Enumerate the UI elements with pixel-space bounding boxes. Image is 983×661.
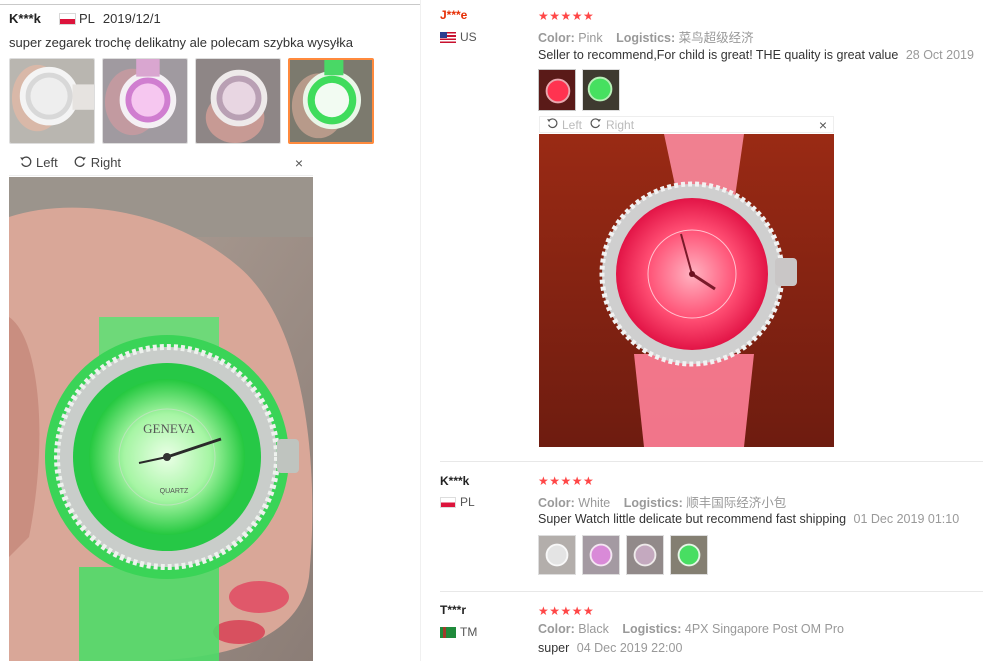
flag-pl-icon xyxy=(59,12,76,25)
review-thumbnail[interactable] xyxy=(538,535,576,575)
reviews-list-panel: J***e US ★★★★★ Color: Pink Logistics: 菜鸟… xyxy=(420,0,983,661)
review-attributes: Color: Black Logistics: 4PX Singapore Po… xyxy=(538,622,854,636)
color-label: Color: xyxy=(538,496,575,510)
flag-tm-icon xyxy=(440,626,456,638)
review-thumbnail[interactable] xyxy=(102,58,188,144)
watch-sub-text: QUARTZ xyxy=(160,488,189,495)
review-thumbnail[interactable] xyxy=(9,58,95,144)
review-item: K***k PL ★★★★★ Color: White Logistics: 顺… xyxy=(421,462,983,590)
review-date: 28 Oct 2019 xyxy=(905,48,974,62)
color-label: Color: xyxy=(538,622,575,636)
reviewer-country: PL xyxy=(79,11,95,26)
close-icon[interactable]: × xyxy=(295,155,303,171)
review-text: Super Watch little delicate but recommen… xyxy=(538,512,847,526)
logistics-label: Logistics: xyxy=(616,31,676,45)
logistics-label: Logistics: xyxy=(623,496,683,510)
rotate-left-icon xyxy=(19,155,32,171)
review-thumbnails xyxy=(9,58,374,144)
image-viewer-toolbar: Left Right × xyxy=(539,116,834,133)
logistics-value: 4PX Singapore Post OM Pro xyxy=(684,622,844,636)
image-viewer-toolbar: Left Right × xyxy=(9,150,313,176)
review-thumbnail[interactable] xyxy=(670,535,708,575)
review-text-row: Seller to recommend,For child is great! … xyxy=(538,48,974,62)
watch-logo-text: GENEVA xyxy=(143,421,195,436)
review-photo-large xyxy=(539,134,834,447)
reviewer-name: K***k xyxy=(9,11,41,26)
review-date: 2019/12/1 xyxy=(102,11,161,26)
rating-stars: ★★★★★ xyxy=(538,474,595,488)
review-date: 01 Dec 2019 01:10 xyxy=(853,512,960,526)
rating-stars: ★★★★★ xyxy=(538,604,595,618)
reviewer-country-row: TM xyxy=(440,625,477,639)
review-header: K***k PL 2019/12/1 xyxy=(9,11,161,26)
review-thumbnails xyxy=(538,535,708,575)
review-text-row: Super Watch little delicate but recommen… xyxy=(538,512,959,526)
divider xyxy=(0,4,420,5)
review-attributes: Color: White Logistics: 顺丰国际经济小包 xyxy=(538,492,796,511)
review-text: Seller to recommend,For child is great! … xyxy=(538,48,899,62)
rotate-right-icon xyxy=(590,117,602,132)
reviewer-country: PL xyxy=(460,495,475,509)
rotate-left-button[interactable]: Left xyxy=(19,155,58,171)
flag-us-icon xyxy=(440,31,456,43)
rotate-right-label: Right xyxy=(606,117,635,132)
left-review-panel: K***k PL 2019/12/1 super zegarek trochę … xyxy=(0,0,420,661)
review-thumbnail[interactable] xyxy=(195,58,281,144)
flag-pl-icon xyxy=(440,496,456,508)
rotate-right-button[interactable]: Right xyxy=(590,117,634,132)
review-thumbnails xyxy=(538,69,620,111)
review-thumbnail-selected[interactable] xyxy=(288,58,374,144)
logistics-value: 顺丰国际经济小包 xyxy=(686,496,787,510)
review-attributes: Color: Pink Logistics: 菜鸟超级经济 xyxy=(538,27,764,46)
review-thumbnail[interactable] xyxy=(538,69,576,111)
reviewer-country: TM xyxy=(460,625,478,639)
review-photo-large: GENEVA QUARTZ xyxy=(9,177,313,661)
review-text: super xyxy=(538,641,570,655)
rotate-left-button[interactable]: Left xyxy=(546,117,582,132)
color-value: Black xyxy=(578,622,609,636)
reviewer-name: K***k xyxy=(440,474,470,488)
color-label: Color: xyxy=(538,31,575,45)
reviewer-country: US xyxy=(460,30,477,44)
reviewer-country-row: US xyxy=(440,30,477,44)
review-text: super zegarek trochę delikatny ale polec… xyxy=(9,35,353,50)
close-icon[interactable]: × xyxy=(819,117,827,133)
review-thumbnail[interactable] xyxy=(626,535,664,575)
review-item: T***r TM ★★★★★ Color: Black Logistics: 4… xyxy=(421,592,983,661)
rotate-right-button[interactable]: Right xyxy=(74,155,121,171)
logistics-value: 菜鸟超级经济 xyxy=(678,31,754,45)
reviewer-name: J***e xyxy=(440,8,468,22)
rating-stars: ★★★★★ xyxy=(538,9,595,23)
logistics-label: Logistics: xyxy=(622,622,682,636)
rotate-left-label: Left xyxy=(562,117,583,132)
review-item: J***e US ★★★★★ Color: Pink Logistics: 菜鸟… xyxy=(421,0,983,460)
rotate-right-label: Right xyxy=(90,155,122,170)
reviewer-country-row: PL xyxy=(440,495,475,509)
rotate-left-icon xyxy=(546,117,558,132)
reviewer-name: T***r xyxy=(440,603,467,617)
color-value: White xyxy=(578,496,611,510)
review-date: 04 Dec 2019 22:00 xyxy=(576,641,683,655)
review-text-row: super 04 Dec 2019 22:00 xyxy=(538,641,682,655)
review-thumbnail[interactable] xyxy=(582,69,620,111)
color-value: Pink xyxy=(578,31,603,45)
rotate-left-label: Left xyxy=(36,155,58,170)
review-thumbnail[interactable] xyxy=(582,535,620,575)
rotate-right-icon xyxy=(74,155,87,171)
